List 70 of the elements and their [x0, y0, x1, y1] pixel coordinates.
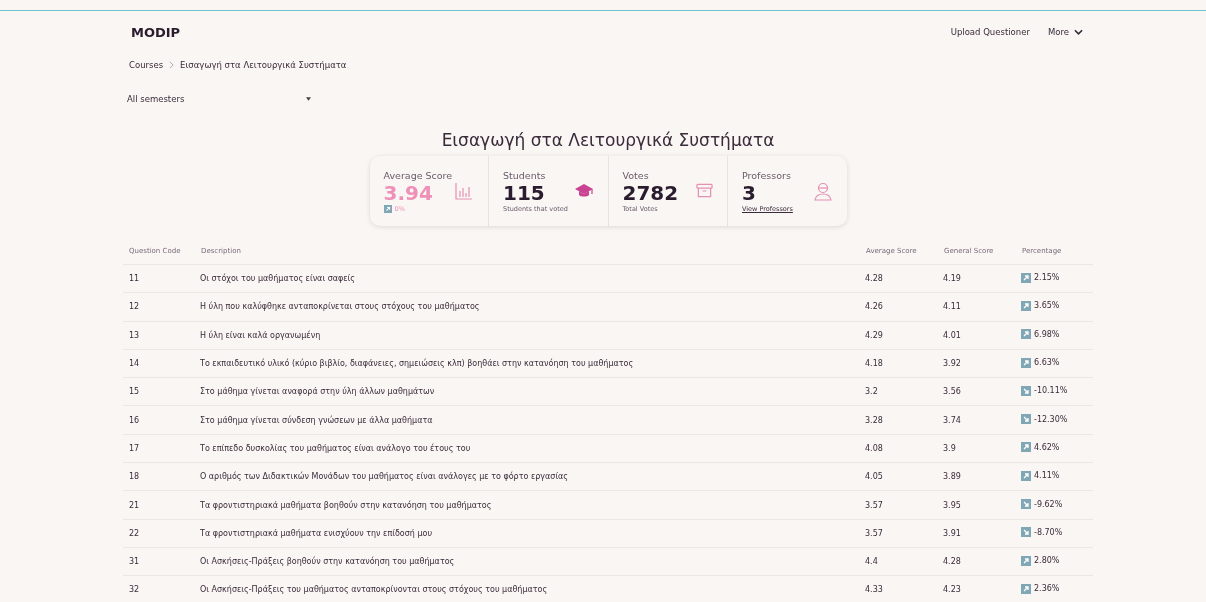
percentage-text: -9.62%: [1034, 499, 1063, 509]
table-cell: 11: [123, 264, 200, 293]
stat-value: 3: [742, 180, 757, 205]
percentage-text: 4.11%: [1034, 471, 1060, 481]
stat-label: Professors: [742, 169, 792, 181]
percentage-text: 2.80%: [1034, 556, 1060, 566]
percentage-text: 2.36%: [1034, 584, 1060, 594]
percentage-text: 3.65%: [1034, 301, 1060, 311]
graduation-cap-icon: [573, 183, 594, 199]
percentage-text: -8.70%: [1034, 527, 1063, 537]
table-cell: Η ύλη που καλύφθηκε ανταποκρίνεται στους στόχους του μαθήματος: [200, 292, 865, 322]
percentage-text: 6.63%: [1034, 358, 1060, 368]
table-cell: 22: [123, 519, 200, 548]
course-title: Εισαγωγή στα Λειτουργικά Συστήματα: [440, 130, 776, 150]
table-cell: 4.28: [865, 264, 943, 293]
semester-select[interactable]: All semesters: [123, 90, 311, 108]
table-cell: 4.05: [865, 462, 943, 491]
table-cell: 15: [123, 377, 200, 406]
table-cell: Τα φροντιστηριακά μαθήματα ενισχύουν την επίδοσή μου: [200, 519, 865, 548]
table-cell: Ο αριθμός των Διδακτικών Μονάδων του μαθήματος είναι ανάλογες με το φόρτο εργασίας: [200, 462, 865, 491]
stat-label: Votes: [622, 169, 650, 181]
nav-link[interactable]: Upload Questioner: [950, 27, 1030, 37]
table-cell: 31: [123, 547, 200, 576]
table-cell: 17: [123, 434, 200, 463]
table-cell: 4.26: [865, 292, 943, 322]
table-cell: 4.18: [865, 349, 943, 378]
table-cell: 14: [123, 349, 200, 378]
table-cell: Οι στόχοι του μαθήματος είναι σαφείς: [200, 264, 865, 293]
table-cell: Το εκπαιδευτικό υλικό (κύριο βιβλίο, διαφάνειες, σημειώσεις κλπ) βοηθάει στην κατανόηση του μαθήματος: [200, 349, 865, 378]
table-cell: Στο μάθημα γίνεται αναφορά στην ύλη άλλων μαθημάτων: [200, 377, 865, 406]
table-cell: 32: [123, 575, 200, 602]
stat-value: 3.94: [383, 180, 434, 205]
table-cell: 3.57: [865, 490, 943, 520]
nav-link[interactable]: More: [1047, 27, 1083, 37]
table-cell: 4.29: [865, 321, 943, 350]
chevron-right-icon: [169, 61, 175, 69]
table-cell: Τα φροντιστηριακά μαθήματα βοηθούν στην κατανόηση του μαθήματος: [200, 490, 865, 520]
table-cell: 12: [123, 292, 200, 322]
stat-value: 115: [503, 180, 546, 205]
table-cell: 21: [123, 490, 200, 520]
table-cell: 3.28: [865, 406, 943, 435]
table-cell: Η ύλη είναι καλά οργανωμένη: [200, 321, 865, 350]
breadcrumb-link[interactable]: Courses: [129, 60, 164, 70]
table-cell: 4.4: [865, 547, 943, 576]
table-cell: 16: [123, 406, 200, 435]
table-cell: 4.08: [865, 434, 943, 463]
percentage-text: 4.62%: [1034, 442, 1060, 452]
stat-value: 2782: [622, 180, 679, 205]
table-cell: 18: [123, 462, 200, 491]
table-cell: Το επίπεδο δυσκολίας του μαθήματος είναι ανάλογο του έτους του: [200, 434, 865, 463]
bar-chart-icon: [454, 181, 474, 201]
table-cell: 3.2: [865, 377, 943, 406]
table-cell: 3.57: [865, 519, 943, 548]
stat-label: Average Score: [383, 169, 453, 181]
percentage-text: -10.11%: [1034, 386, 1068, 396]
stat-label: Students: [503, 169, 547, 181]
table-cell: 4.33: [865, 575, 943, 602]
chevron-down-icon: [1074, 29, 1083, 35]
percentage-text: 6.98%: [1034, 329, 1060, 339]
table-cell: Οι Ασκήσεις-Πράξεις του μαθήματος ανταποκρίνονται στους στόχους του μαθήματος: [200, 575, 865, 602]
breadcrumb-link[interactable]: Εισαγωγή στα Λειτουργικά Συστήματα: [180, 60, 347, 70]
brand-logo[interactable]: MODIP: [131, 24, 181, 40]
person-icon: [812, 181, 833, 201]
percentage-text: -12.30%: [1034, 414, 1068, 424]
table-cell: Στο μάθημα γίνεται σύνδεση γνώσεων με άλλα μαθήματα: [200, 406, 865, 435]
archive-box-icon: [696, 183, 713, 199]
table-cell: Οι Ασκήσεις-Πράξεις βοηθούν στην κατανόηση του μαθήματος: [200, 547, 865, 576]
percentage-text: 2.15%: [1034, 273, 1060, 283]
caret-down-icon: [306, 97, 311, 101]
table-cell: 13: [123, 321, 200, 350]
